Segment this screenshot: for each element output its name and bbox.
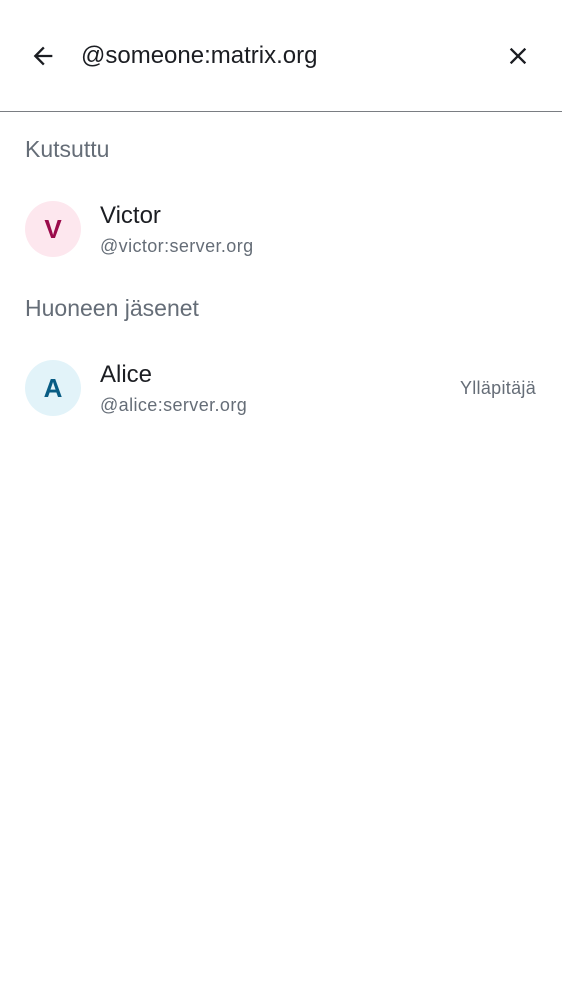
avatar: V bbox=[25, 201, 81, 257]
avatar: A bbox=[25, 360, 81, 416]
member-user-id: @alice:server.org bbox=[100, 395, 248, 415]
close-icon bbox=[509, 47, 527, 65]
search-input[interactable] bbox=[81, 36, 481, 76]
back-button[interactable] bbox=[19, 32, 67, 80]
section-header-invited: Kutsuttu bbox=[25, 136, 110, 162]
member-user-id: @victor:server.org bbox=[100, 236, 254, 256]
section-header-room-members: Huoneen jäsenet bbox=[25, 295, 199, 321]
arrow-back-icon bbox=[33, 46, 53, 66]
member-row-alice[interactable]: A Alice @alice:server.org Ylläpitäjä bbox=[0, 349, 562, 429]
member-name: Victor bbox=[100, 202, 161, 229]
search-bar bbox=[0, 0, 562, 112]
member-name: Alice bbox=[100, 361, 153, 388]
member-row-victor[interactable]: V Victor @victor:server.org bbox=[0, 190, 562, 270]
member-role-badge: Ylläpitäjä bbox=[459, 378, 536, 398]
clear-search-button[interactable] bbox=[494, 32, 542, 80]
